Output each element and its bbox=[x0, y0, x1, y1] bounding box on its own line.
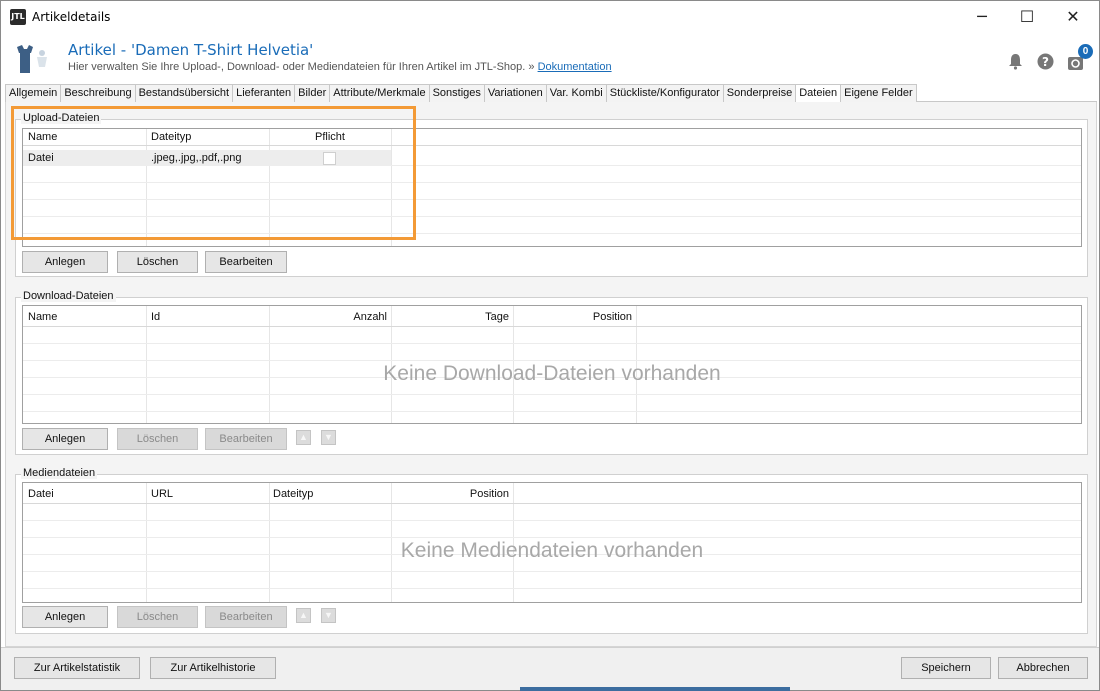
tab-dateien[interactable]: Dateien bbox=[795, 84, 842, 103]
upload-delete-button[interactable]: Löschen bbox=[117, 251, 198, 273]
move-up-icon[interactable]: ▲ bbox=[296, 430, 311, 445]
tshirt-product-icon bbox=[17, 45, 47, 73]
upload-files-grid: Name Dateityp Pflicht Datei .jpeg,.jpg,.… bbox=[22, 128, 1082, 247]
tab-strip: Allgemein Beschreibung Bestandsübersicht… bbox=[5, 84, 1097, 103]
move-up-icon[interactable]: ▲ bbox=[296, 608, 311, 623]
column-header-name[interactable]: Name bbox=[24, 129, 61, 145]
close-button[interactable]: ✕ bbox=[1050, 1, 1096, 32]
header-subtitle: Hier verwalten Sie Ihre Upload-, Downloa… bbox=[68, 61, 612, 73]
tab-var-kombi[interactable]: Var. Kombi bbox=[545, 84, 607, 102]
required-checkbox[interactable] bbox=[323, 152, 336, 165]
column-header-id[interactable]: Id bbox=[147, 309, 164, 325]
tab-lieferanten[interactable]: Lieferanten bbox=[232, 84, 296, 102]
column-header-anzahl[interactable]: Anzahl bbox=[269, 309, 391, 325]
tab-bestandsuebersicht[interactable]: Bestandsübersicht bbox=[134, 84, 234, 102]
column-header-tage[interactable]: Tage bbox=[391, 309, 513, 325]
subtitle-text: Hier verwalten Sie Ihre Upload-, Downloa… bbox=[68, 61, 535, 73]
tab-sonstiges[interactable]: Sonstiges bbox=[428, 84, 485, 102]
download-delete-button[interactable]: Löschen bbox=[117, 428, 198, 450]
minimize-button[interactable]: ─ bbox=[959, 1, 1005, 32]
upload-row-name: Datei bbox=[28, 152, 54, 164]
tab-allgemein[interactable]: Allgemein bbox=[5, 84, 62, 102]
upload-row-type: .jpeg,.jpg,.pdf,.png bbox=[151, 152, 242, 164]
column-header-position[interactable]: Position bbox=[391, 486, 513, 502]
media-empty-text: Keine Mediendateien vorhanden bbox=[400, 539, 704, 562]
column-header-dateityp[interactable]: Dateityp bbox=[269, 486, 317, 502]
media-files-grid: Datei URL Dateityp Position Keine Medien… bbox=[22, 482, 1082, 603]
tab-variationen[interactable]: Variationen bbox=[483, 84, 547, 102]
app-logo-icon: JTL bbox=[10, 9, 26, 25]
media-files-group: Mediendateien Datei URL Dateityp Positio… bbox=[15, 467, 1088, 634]
help-icon[interactable]: ? bbox=[1037, 53, 1054, 70]
column-header-position[interactable]: Position bbox=[513, 309, 636, 325]
download-empty-text: Keine Download-Dateien vorhanden bbox=[383, 362, 721, 385]
column-header-dateityp[interactable]: Dateityp bbox=[147, 129, 195, 145]
upload-files-group: Upload-Dateien Name Dateityp Pflicht Dat… bbox=[15, 112, 1088, 277]
column-header-datei[interactable]: Datei bbox=[24, 486, 58, 502]
tab-beschreibung[interactable]: Beschreibung bbox=[60, 84, 136, 102]
window-title: Artikeldetails bbox=[32, 10, 111, 24]
tab-sonderpreise[interactable]: Sonderpreise bbox=[722, 84, 797, 102]
article-history-button[interactable]: Zur Artikelhistorie bbox=[150, 657, 276, 679]
media-edit-button[interactable]: Bearbeiten bbox=[205, 606, 287, 628]
download-add-button[interactable]: Anlegen bbox=[22, 428, 108, 450]
download-files-legend: Download-Dateien bbox=[21, 290, 116, 302]
media-add-button[interactable]: Anlegen bbox=[22, 606, 108, 628]
media-files-legend: Mediendateien bbox=[21, 467, 98, 479]
move-down-icon[interactable]: ▼ bbox=[321, 608, 336, 623]
maximize-button[interactable]: ☐ bbox=[1004, 1, 1050, 32]
table-row[interactable]: Datei .jpeg,.jpg,.pdf,.png bbox=[23, 150, 391, 166]
notification-badge: 0 bbox=[1078, 44, 1093, 59]
title-bar: JTL Artikeldetails ─ ☐ ✕ bbox=[1, 1, 1099, 32]
documentation-link[interactable]: Dokumentation bbox=[538, 61, 612, 73]
upload-edit-button[interactable]: Bearbeiten bbox=[205, 251, 287, 273]
media-delete-button[interactable]: Löschen bbox=[117, 606, 198, 628]
tab-attribute-merkmale[interactable]: Attribute/Merkmale bbox=[329, 84, 430, 102]
column-header-name[interactable]: Name bbox=[24, 309, 61, 325]
save-button[interactable]: Speichern bbox=[901, 657, 991, 679]
tab-stueckliste-konfigurator[interactable]: Stückliste/Konfigurator bbox=[605, 84, 724, 102]
files-tab-panel: Upload-Dateien Name Dateityp Pflicht Dat… bbox=[5, 102, 1097, 647]
cancel-button[interactable]: Abbrechen bbox=[998, 657, 1088, 679]
article-details-window: JTL Artikeldetails ─ ☐ ✕ Artikel - 'Dame… bbox=[0, 0, 1100, 691]
svg-text:?: ? bbox=[1042, 55, 1049, 69]
upload-files-legend: Upload-Dateien bbox=[21, 112, 102, 124]
article-header: Artikel - 'Damen T-Shirt Helvetia' Hier … bbox=[1, 32, 1099, 82]
download-edit-button[interactable]: Bearbeiten bbox=[205, 428, 287, 450]
move-down-icon[interactable]: ▼ bbox=[321, 430, 336, 445]
bell-icon[interactable] bbox=[1007, 53, 1024, 70]
footer-bar: Zur Artikelstatistik Zur Artikelhistorie… bbox=[1, 647, 1099, 690]
download-files-grid: Name Id Anzahl Tage Position Keine Downl… bbox=[22, 305, 1082, 424]
tab-eigene-felder[interactable]: Eigene Felder bbox=[840, 84, 917, 102]
upload-add-button[interactable]: Anlegen bbox=[22, 251, 108, 273]
download-files-group: Download-Dateien Name Id Anzahl Tage Pos… bbox=[15, 290, 1088, 455]
article-statistics-button[interactable]: Zur Artikelstatistik bbox=[14, 657, 140, 679]
tab-bilder[interactable]: Bilder bbox=[294, 84, 331, 102]
column-header-pflicht[interactable]: Pflicht bbox=[311, 129, 349, 145]
article-title: Artikel - 'Damen T-Shirt Helvetia' bbox=[68, 41, 314, 59]
background-window-strip bbox=[520, 687, 790, 691]
column-header-url[interactable]: URL bbox=[147, 486, 177, 502]
